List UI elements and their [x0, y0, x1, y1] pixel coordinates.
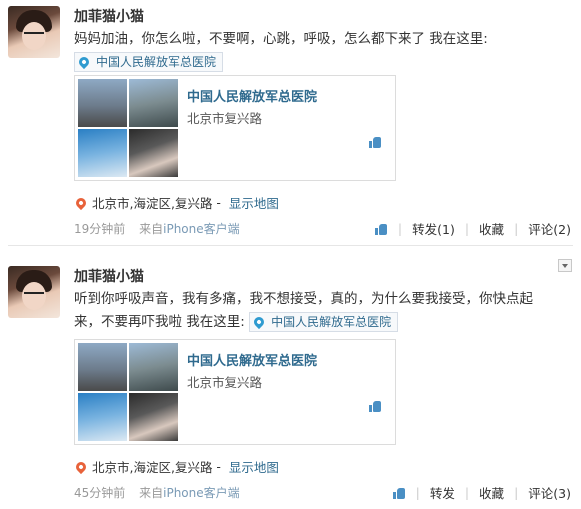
source-label: 来自 [139, 486, 164, 500]
location-pin-icon [76, 54, 92, 70]
author-name[interactable]: 加菲猫小猫 [74, 266, 144, 286]
post-time[interactable]: 45分钟前 [74, 486, 125, 500]
location-tag-label: 中国人民解放军总医院 [96, 54, 217, 69]
favorite-button[interactable]: 收藏 [479, 483, 504, 502]
card-title[interactable]: 中国人民解放军总医院 [187, 86, 317, 105]
location-line: 北京市,海淀区,复兴路 - 显示地图 [73, 457, 279, 476]
post-time[interactable]: 19分钟前 [74, 222, 125, 236]
thumbs-up-icon[interactable] [369, 136, 382, 148]
card-title[interactable]: 中国人民解放军总医院 [187, 350, 317, 369]
location-place: 北京市,海淀区,复兴路 [92, 460, 213, 475]
post-divider [8, 245, 573, 246]
card-address: 北京市复兴路 [187, 375, 263, 390]
location-tag[interactable]: 中国人民解放军总医院 [74, 52, 224, 72]
location-line: 北京市,海淀区,复兴路 - 显示地图 [73, 193, 279, 212]
photo-thumbnail[interactable] [78, 79, 127, 127]
avatar[interactable] [8, 6, 60, 58]
location-pin-icon [73, 459, 89, 474]
post-text: 妈妈加油，你怎么啦，不要啊，心跳，呼吸，怎么都下来了 我在这里: 中国人民解放军… [74, 28, 564, 74]
thumbs-up-icon[interactable] [374, 223, 388, 235]
photo-thumbnail[interactable] [129, 129, 178, 177]
post-text-line: 听到你呼吸声音，我有多痛，我不想接受，真的，为什么要我接受，你快点起 [74, 291, 533, 307]
photo-thumbnail[interactable] [129, 393, 178, 441]
post-text-line: 来，不要再吓我啦 我在这里: [74, 314, 245, 330]
post-actions: | 转发 | 收藏 | 评论(3) [392, 483, 571, 502]
repost-button[interactable]: 转发(1) [412, 219, 455, 238]
location-tag-label: 中国人民解放军总医院 [271, 314, 392, 329]
post-text: 听到你呼吸声音，我有多痛，我不想接受，真的，为什么要我接受，你快点起 来，不要再… [74, 288, 564, 334]
author-name[interactable]: 加菲猫小猫 [74, 6, 144, 26]
show-map-link[interactable]: 显示地图 [229, 457, 279, 476]
source-label: 来自 [139, 222, 164, 236]
location-pin-icon [252, 314, 267, 330]
location-place: 北京市,海淀区,复兴路 [92, 196, 213, 211]
location-pin-icon [73, 195, 89, 210]
post-text-body: 妈妈加油，你怎么啦，不要啊，心跳，呼吸，怎么都下来了 我在这里: [74, 31, 488, 47]
source-app-link[interactable]: iPhone客户端 [163, 486, 240, 500]
photo-thumbnail[interactable] [78, 343, 127, 391]
photo-thumbnail[interactable] [78, 393, 127, 441]
avatar[interactable] [8, 266, 60, 318]
repost-button[interactable]: 转发 [430, 483, 455, 502]
location-card[interactable]: 中国人民解放军总医院 北京市复兴路 [74, 339, 396, 445]
post-meta: 19分钟前 来自iPhone客户端 [74, 220, 240, 237]
thumbs-up-icon[interactable] [392, 487, 406, 499]
photo-thumbnail[interactable] [129, 79, 178, 127]
comment-button[interactable]: 评论(2) [528, 219, 571, 238]
thumbs-up-icon[interactable] [369, 400, 382, 412]
location-sep: - [212, 459, 225, 474]
show-map-link[interactable]: 显示地图 [229, 193, 279, 212]
photo-thumbnail[interactable] [129, 343, 178, 391]
post-meta: 45分钟前 来自iPhone客户端 [74, 484, 240, 501]
photo-thumbnail[interactable] [78, 129, 127, 177]
comment-button[interactable]: 评论(3) [528, 483, 571, 502]
location-sep: - [212, 195, 225, 210]
location-card[interactable]: 中国人民解放军总医院 北京市复兴路 [74, 75, 396, 181]
chevron-down-icon[interactable] [558, 259, 572, 272]
card-address: 北京市复兴路 [187, 111, 263, 126]
favorite-button[interactable]: 收藏 [479, 219, 504, 238]
source-app-link[interactable]: iPhone客户端 [163, 222, 240, 236]
post-actions: | 转发(1) | 收藏 | 评论(2) [374, 219, 571, 238]
location-tag[interactable]: 中国人民解放军总医院 [249, 312, 399, 332]
